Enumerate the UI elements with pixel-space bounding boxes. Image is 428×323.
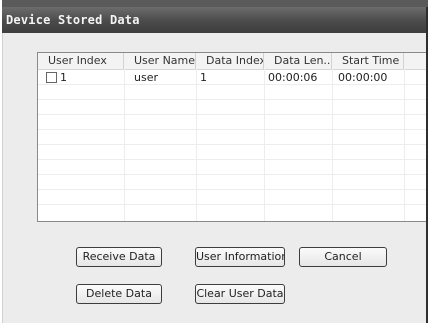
grid-line bbox=[264, 69, 265, 221]
grid-line bbox=[38, 99, 426, 100]
column-header-user-name[interactable]: User Name bbox=[124, 53, 196, 69]
cell-user-name: user bbox=[134, 71, 158, 84]
row-checkbox[interactable] bbox=[46, 72, 57, 83]
window-title: Device Stored Data bbox=[6, 13, 140, 27]
column-header-start-time[interactable]: Start Time bbox=[332, 53, 404, 69]
grid-line bbox=[38, 144, 426, 145]
user-information-label: User Information bbox=[196, 250, 285, 263]
list-header: User Index User Name Data Index Data Len… bbox=[38, 53, 426, 70]
device-stored-data-window: Device Stored Data User Index User Name … bbox=[2, 0, 428, 323]
grid-line bbox=[38, 174, 426, 175]
cell-data-length: 00:00:06 bbox=[268, 71, 318, 84]
clear-user-data-label: Clear User Data bbox=[196, 287, 284, 300]
clear-user-data-button[interactable]: Clear User Data bbox=[195, 284, 285, 304]
column-header-data-index[interactable]: Data Index bbox=[196, 53, 264, 69]
grid-line bbox=[38, 114, 426, 115]
dialog-client-area: User Index User Name Data Index Data Len… bbox=[2, 33, 427, 323]
grid-line bbox=[404, 69, 405, 221]
cancel-label: Cancel bbox=[324, 250, 362, 263]
cancel-button[interactable]: Cancel bbox=[299, 247, 387, 267]
grid-line bbox=[332, 69, 333, 221]
grid-line bbox=[38, 204, 426, 205]
delete-data-button[interactable]: Delete Data bbox=[76, 284, 162, 304]
parent-window-strip bbox=[2, 0, 428, 7]
receive-data-button[interactable]: Receive Data bbox=[76, 247, 162, 267]
column-header-user-index[interactable]: User Index bbox=[38, 53, 124, 69]
title-bar[interactable]: Device Stored Data bbox=[2, 7, 428, 33]
grid-line bbox=[38, 189, 426, 190]
user-information-button[interactable]: User Information bbox=[195, 247, 285, 267]
grid-line bbox=[124, 69, 125, 221]
grid-line bbox=[196, 69, 197, 221]
delete-data-label: Delete Data bbox=[86, 287, 152, 300]
cell-start-time: 00:00:00 bbox=[338, 71, 388, 84]
grid-line bbox=[38, 129, 426, 130]
cell-user-index: 1 bbox=[60, 71, 67, 84]
cell-data-index: 1 bbox=[200, 71, 207, 84]
stored-data-list[interactable]: User Index User Name Data Index Data Len… bbox=[37, 52, 427, 222]
column-header-data-length[interactable]: Data Len... bbox=[264, 53, 332, 69]
grid-line bbox=[38, 159, 426, 160]
receive-data-label: Receive Data bbox=[82, 250, 156, 263]
